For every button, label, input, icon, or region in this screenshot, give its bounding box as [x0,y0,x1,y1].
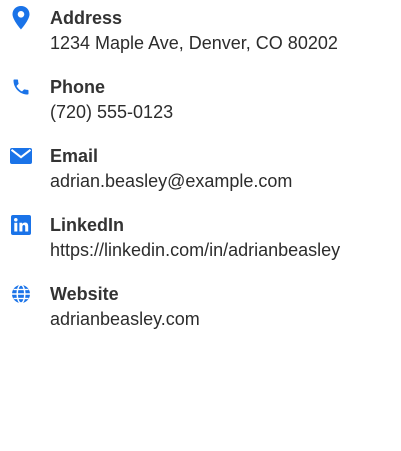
website-value[interactable]: adrianbeasley.com [50,306,350,332]
contact-item-email: Email adrian.beasley@example.com [8,144,393,194]
email-label: Email [50,146,99,166]
contact-item-linkedin: LinkedIn https://linkedin.com/in/adrianb… [8,213,393,263]
linkedin-value[interactable]: https://linkedin.com/in/adrianbeasley [50,237,350,263]
linkedin-icon [8,213,34,237]
linkedin-label: LinkedIn [50,215,125,235]
contact-item-website: Website adrianbeasley.com [8,282,393,332]
phone-icon [8,75,34,99]
contact-item-phone: Phone (720) 555-0123 [8,75,393,125]
envelope-icon [8,144,34,168]
phone-value: (720) 555-0123 [50,102,174,122]
contact-list: Address 1234 Maple Ave, Denver, CO 80202… [8,6,393,351]
address-value: 1234 Maple Ave, Denver, CO 80202 [50,33,338,53]
phone-label: Phone [50,77,106,97]
website-label: Website [50,284,119,304]
globe-icon [8,282,34,306]
contact-item-address: Address 1234 Maple Ave, Denver, CO 80202 [8,6,393,56]
location-pin-icon [8,6,34,30]
email-value[interactable]: adrian.beasley@example.com [50,168,350,194]
address-label: Address [50,8,123,28]
